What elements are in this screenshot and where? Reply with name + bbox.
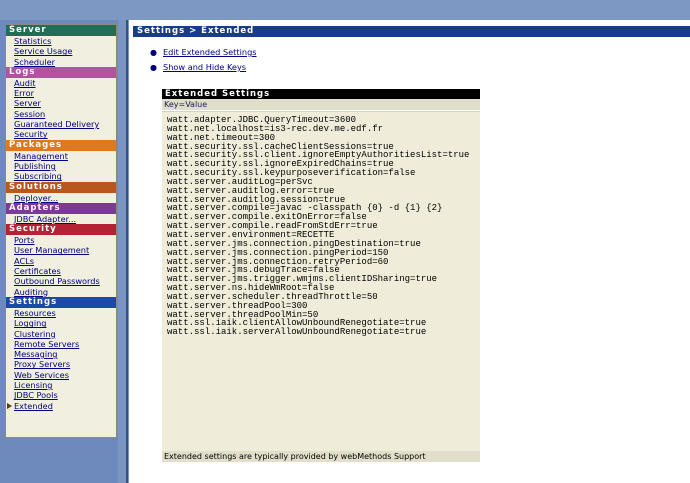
- sidebar-item-label: Session: [14, 108, 46, 119]
- sidebar-item-label: Publishing: [14, 160, 56, 171]
- sidebar-section-security: Security: [6, 224, 116, 236]
- footer-note: Extended settings are typically provided…: [162, 451, 480, 462]
- sidebar-item-service-usage[interactable]: Service Usage: [14, 46, 116, 56]
- sidebar-item-label: Clustering: [14, 328, 56, 339]
- sidebar-item-label: ACLs: [14, 255, 35, 266]
- sidebar-item-error[interactable]: Error: [14, 88, 116, 98]
- sidebar-item-session[interactable]: Session: [14, 109, 116, 119]
- sidebar-item-label: Security: [14, 129, 48, 140]
- key-value-column-header: Key=Value: [162, 99, 480, 110]
- settings-text: watt.adapter.JDBC.QueryTimeout=3600 watt…: [167, 116, 469, 337]
- sidebar-item-user-management[interactable]: User Management: [14, 245, 116, 255]
- sidebar-item-auditing[interactable]: Auditing: [14, 287, 116, 297]
- sidebar-item-deployer[interactable]: Deployer...: [14, 193, 116, 203]
- selected-arrow-icon: [7, 402, 12, 409]
- sidebar-item-server[interactable]: Server: [14, 98, 116, 108]
- sidebar-item-label: Messaging: [14, 349, 58, 360]
- show-hide-keys-row: ● Show and Hide Keys: [150, 62, 246, 73]
- sidebar-item-jdbc-adapter[interactable]: JDBC Adapter...: [14, 214, 116, 224]
- sidebar-section-settings: Settings: [6, 296, 116, 308]
- sidebar-section-packages: Packages: [6, 139, 116, 151]
- sidebar-item-label: Audit: [14, 77, 36, 88]
- frame-divider[interactable]: [118, 20, 129, 483]
- sidebar-item-label: Guaranteed Delivery: [14, 119, 100, 130]
- sidebar-item-audit[interactable]: Audit: [14, 78, 116, 88]
- sidebar-item-scheduler[interactable]: Scheduler: [14, 57, 116, 67]
- sidebar-section-logs: Logs: [6, 66, 116, 78]
- sidebar-item-guaranteed-delivery[interactable]: Guaranteed Delivery: [14, 119, 116, 129]
- sidebar-item-publishing[interactable]: Publishing: [14, 161, 116, 171]
- sidebar-item-label: Service Usage: [14, 46, 73, 57]
- sidebar-section-items: Statistics Service Usage Scheduler: [6, 36, 116, 67]
- sidebar-item-licensing[interactable]: Licensing: [14, 380, 116, 390]
- sidebar-item-label: Server: [14, 98, 41, 109]
- sidebar-item-security[interactable]: Security: [14, 129, 116, 139]
- edit-extended-settings-link[interactable]: Edit Extended Settings: [163, 47, 257, 58]
- sidebar-item-label: Licensing: [14, 380, 53, 391]
- sidebar-item-statistics[interactable]: Statistics: [14, 36, 116, 46]
- setting-line: watt.ssl.iaik.serverAllowUnboundRenegoti…: [167, 327, 427, 338]
- sidebar-section-server: Server: [6, 25, 116, 36]
- sidebar-item-label: Auditing: [14, 286, 49, 297]
- sidebar-section-adapters: Adapters: [6, 202, 116, 214]
- extended-settings-table-title: Extended Settings: [162, 89, 480, 99]
- sidebar-item-label: Statistics: [14, 36, 52, 46]
- sidebar-item-outbound-passwords[interactable]: Outbound Passwords: [14, 276, 116, 286]
- sidebar-section-items: Deployer...: [6, 193, 116, 203]
- sidebar-item-ports[interactable]: Ports: [14, 235, 116, 245]
- sidebar-item-label: Scheduler: [14, 56, 55, 67]
- show-hide-keys-link[interactable]: Show and Hide Keys: [163, 62, 246, 73]
- sidebar-section-items: Resources Logging Clustering Remote Servers…: [6, 308, 116, 411]
- sidebar-item-management[interactable]: Management: [14, 151, 116, 161]
- sidebar-item-subscribing[interactable]: Subscribing: [14, 171, 116, 181]
- top-banner: [0, 0, 690, 20]
- sidebar-item-label: Logging: [14, 318, 47, 329]
- sidebar-item-web-services[interactable]: Web Services: [14, 370, 116, 380]
- sidebar-item-clustering[interactable]: Clustering: [14, 329, 116, 339]
- sidebar-item-label: Certificates: [14, 266, 61, 277]
- sidebar-section-items: Audit Error Server Session Guaranteed Delive…: [6, 78, 116, 140]
- sidebar-item-label: Extended: [14, 400, 53, 411]
- edit-extended-settings-row: ● Edit Extended Settings: [150, 47, 257, 58]
- sidebar-item-logging[interactable]: Logging: [14, 318, 116, 328]
- bullet-icon: ●: [150, 63, 157, 72]
- sidebar-item-proxy-servers[interactable]: Proxy Servers: [14, 359, 116, 369]
- sidebar-item-label: Error: [14, 88, 34, 99]
- sidebar-item-remote-servers[interactable]: Remote Servers: [14, 339, 116, 349]
- sidebar-item-certificates[interactable]: Certificates: [14, 266, 116, 276]
- sidebar-item-label: Resources: [14, 307, 56, 318]
- sidebar-item-jdbc-pools[interactable]: JDBC Pools: [14, 390, 116, 400]
- sidebar-item-label: Web Services: [14, 369, 69, 380]
- sidebar-item-label: Subscribing: [14, 171, 62, 182]
- sidebar-section-items: JDBC Adapter...: [6, 214, 116, 224]
- sidebar-item-acls[interactable]: ACLs: [14, 256, 116, 266]
- sidebar-section-items: Ports User Management ACLs Certificates Outb…: [6, 235, 116, 297]
- navigation-sidebar: Server Statistics Service Usage Scheduler Lo…: [5, 24, 117, 438]
- page-title: Settings > Extended: [133, 26, 690, 37]
- sidebar-item-label: Proxy Servers: [14, 359, 71, 370]
- extended-settings-list: watt.adapter.JDBC.QueryTimeout=3600 watt…: [162, 111, 480, 451]
- bullet-icon: ●: [150, 48, 157, 57]
- sidebar-item-extended[interactable]: Extended: [7, 400, 116, 411]
- sidebar-item-label: JDBC Pools: [14, 390, 58, 401]
- sidebar-item-label: Outbound Passwords: [14, 276, 100, 287]
- sidebar-section-solutions: Solutions: [6, 181, 116, 193]
- sidebar-item-label: Management: [14, 150, 68, 161]
- sidebar-item-label: JDBC Adapter...: [14, 213, 77, 224]
- sidebar-item-label: Remote Servers: [14, 338, 80, 349]
- sidebar-item-label: User Management: [14, 245, 90, 256]
- sidebar-item-messaging[interactable]: Messaging: [14, 349, 116, 359]
- sidebar-item-label: Deployer...: [14, 192, 59, 203]
- sidebar-item-label: Ports: [14, 235, 35, 246]
- sidebar-section-items: Management Publishing Subscribing: [6, 151, 116, 182]
- sidebar-item-resources[interactable]: Resources: [14, 308, 116, 318]
